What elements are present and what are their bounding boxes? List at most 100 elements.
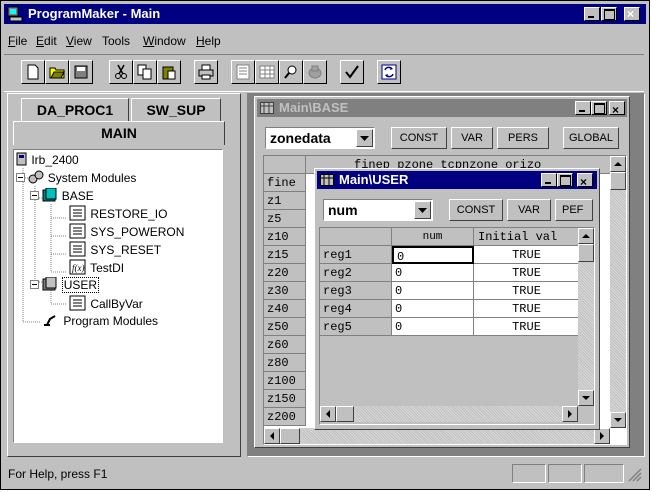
tab-da-proc1[interactable]: DA_PROC1 [21,98,129,122]
properties-button[interactable] [231,60,255,84]
scroll-thumb[interactable] [610,172,626,190]
row-header: z40 [264,300,306,318]
table-button[interactable] [255,60,279,84]
scroll-down-button[interactable] [578,390,594,406]
initial-value-cell[interactable]: TRUE [474,318,580,336]
scroll-up-button[interactable] [610,156,626,172]
value-cell-selected[interactable]: 0 [392,246,474,264]
maximize-button[interactable] [591,101,607,115]
tree-item-system-modules[interactable]: System Modules [16,170,136,186]
scroll-thumb[interactable] [578,244,594,262]
menu-tools[interactable]: Tools [102,34,130,48]
value-cell[interactable]: 0 [392,318,474,336]
collapse-icon[interactable] [16,173,25,182]
initial-value-cell[interactable]: TRUE [474,282,580,300]
const-button[interactable]: CONST [449,199,503,221]
scroll-thumb[interactable] [280,428,300,444]
horizontal-scrollbar[interactable] [264,428,610,444]
row-header: reg1 [320,246,392,264]
base-type-select[interactable]: zonedata [265,127,375,149]
base-window-titlebar[interactable]: Main\BASE × [257,99,627,117]
horizontal-scrollbar[interactable] [320,406,578,422]
pers-button[interactable]: PEF [555,199,593,221]
value-cell[interactable]: 0 [392,300,474,318]
var-button[interactable]: VAR [507,199,551,221]
const-button[interactable]: CONST [391,127,447,149]
pers-button[interactable]: PERS [497,127,549,149]
tree-item-root[interactable]: Irb_2400 [16,152,79,168]
refresh-button[interactable] [377,60,401,84]
menu-window[interactable]: Window [143,34,186,48]
maximize-button[interactable] [557,173,573,187]
copy-icon [137,64,152,80]
scroll-left-button[interactable] [320,406,336,422]
collapse-icon[interactable] [30,191,39,200]
vertical-scrollbar[interactable] [578,228,594,406]
scroll-down-button[interactable] [610,412,626,428]
paste-button[interactable] [157,60,181,84]
scroll-up-button[interactable] [578,228,594,244]
cut-button[interactable] [109,60,133,84]
new-button[interactable] [21,60,45,84]
base-type-value: zonedata [270,130,331,146]
close-button[interactable]: × [577,173,593,189]
tree-item-routine[interactable]: CallByVar [69,295,143,311]
menu-help[interactable]: Help [196,34,221,48]
tree-item-program-modules[interactable]: Program Modules [42,313,158,329]
row-header: reg4 [320,300,392,318]
tree-item-routine[interactable]: RESTORE_IO [69,205,167,221]
tree-item-routine[interactable]: SYS_POWERON [69,223,184,239]
row-header: z10 [264,228,306,246]
tab-sw-sup[interactable]: SW_SUP [131,98,221,122]
value-cell[interactable]: 0 [392,282,474,300]
global-button[interactable]: GLOBAL [563,127,619,149]
tree-item-function[interactable]: f(x) TestDI [69,259,124,275]
var-button[interactable]: VAR [451,127,493,149]
menu-edit[interactable]: Edit [36,34,57,48]
maximize-button[interactable] [601,7,617,21]
collapse-icon[interactable] [30,280,39,289]
mdi-workspace: Main\BASE × zonedata CONST VAR PERS GLOB… [247,93,645,457]
save-button[interactable] [69,60,93,84]
menu-file[interactable]: File [8,34,27,48]
open-button[interactable] [45,60,69,84]
vertical-scrollbar[interactable] [610,156,626,428]
user-window-titlebar[interactable]: Main\USER × [317,171,597,189]
close-button[interactable]: × [624,7,640,21]
tree-item-base[interactable]: BASE [30,187,94,204]
title-bar[interactable]: ProgramMaker - Main × [4,4,646,24]
print-button[interactable] [194,60,218,84]
initial-value-cell[interactable]: TRUE [474,300,580,318]
close-button[interactable]: × [609,101,625,117]
minimize-button[interactable] [584,7,600,21]
row-header: z60 [264,336,306,354]
dropdown-button[interactable] [414,201,431,219]
user-type-select[interactable]: num [323,199,433,221]
new-file-icon [27,64,39,80]
arrow-up-icon [582,234,590,238]
row-header: reg3 [320,282,392,300]
check-button[interactable] [340,60,364,84]
initial-value-cell[interactable]: TRUE [474,264,580,282]
copy-button[interactable] [133,60,157,84]
document-icon [236,64,250,80]
printer-icon [198,64,214,80]
menu-view[interactable]: View [66,34,92,48]
tab-main[interactable]: MAIN [13,121,225,145]
scroll-right-button[interactable] [562,406,578,422]
initial-value-cell[interactable]: TRUE [474,246,580,264]
tree-item-user[interactable]: USER [30,276,100,293]
scroll-thumb[interactable] [336,406,354,422]
column-header-num: num [392,228,474,246]
tree-item-routine[interactable]: SYS_RESET [69,241,161,257]
scroll-right-button[interactable] [594,428,610,444]
resize-grip-icon[interactable] [628,468,642,482]
grid-corner [320,228,392,246]
minimize-button[interactable] [575,101,591,115]
dropdown-button[interactable] [356,129,373,147]
minimize-button[interactable] [541,173,557,187]
value-cell[interactable]: 0 [392,264,474,282]
find-button[interactable] [279,60,303,84]
robot-button[interactable] [303,60,327,84]
scroll-left-button[interactable] [264,428,280,444]
